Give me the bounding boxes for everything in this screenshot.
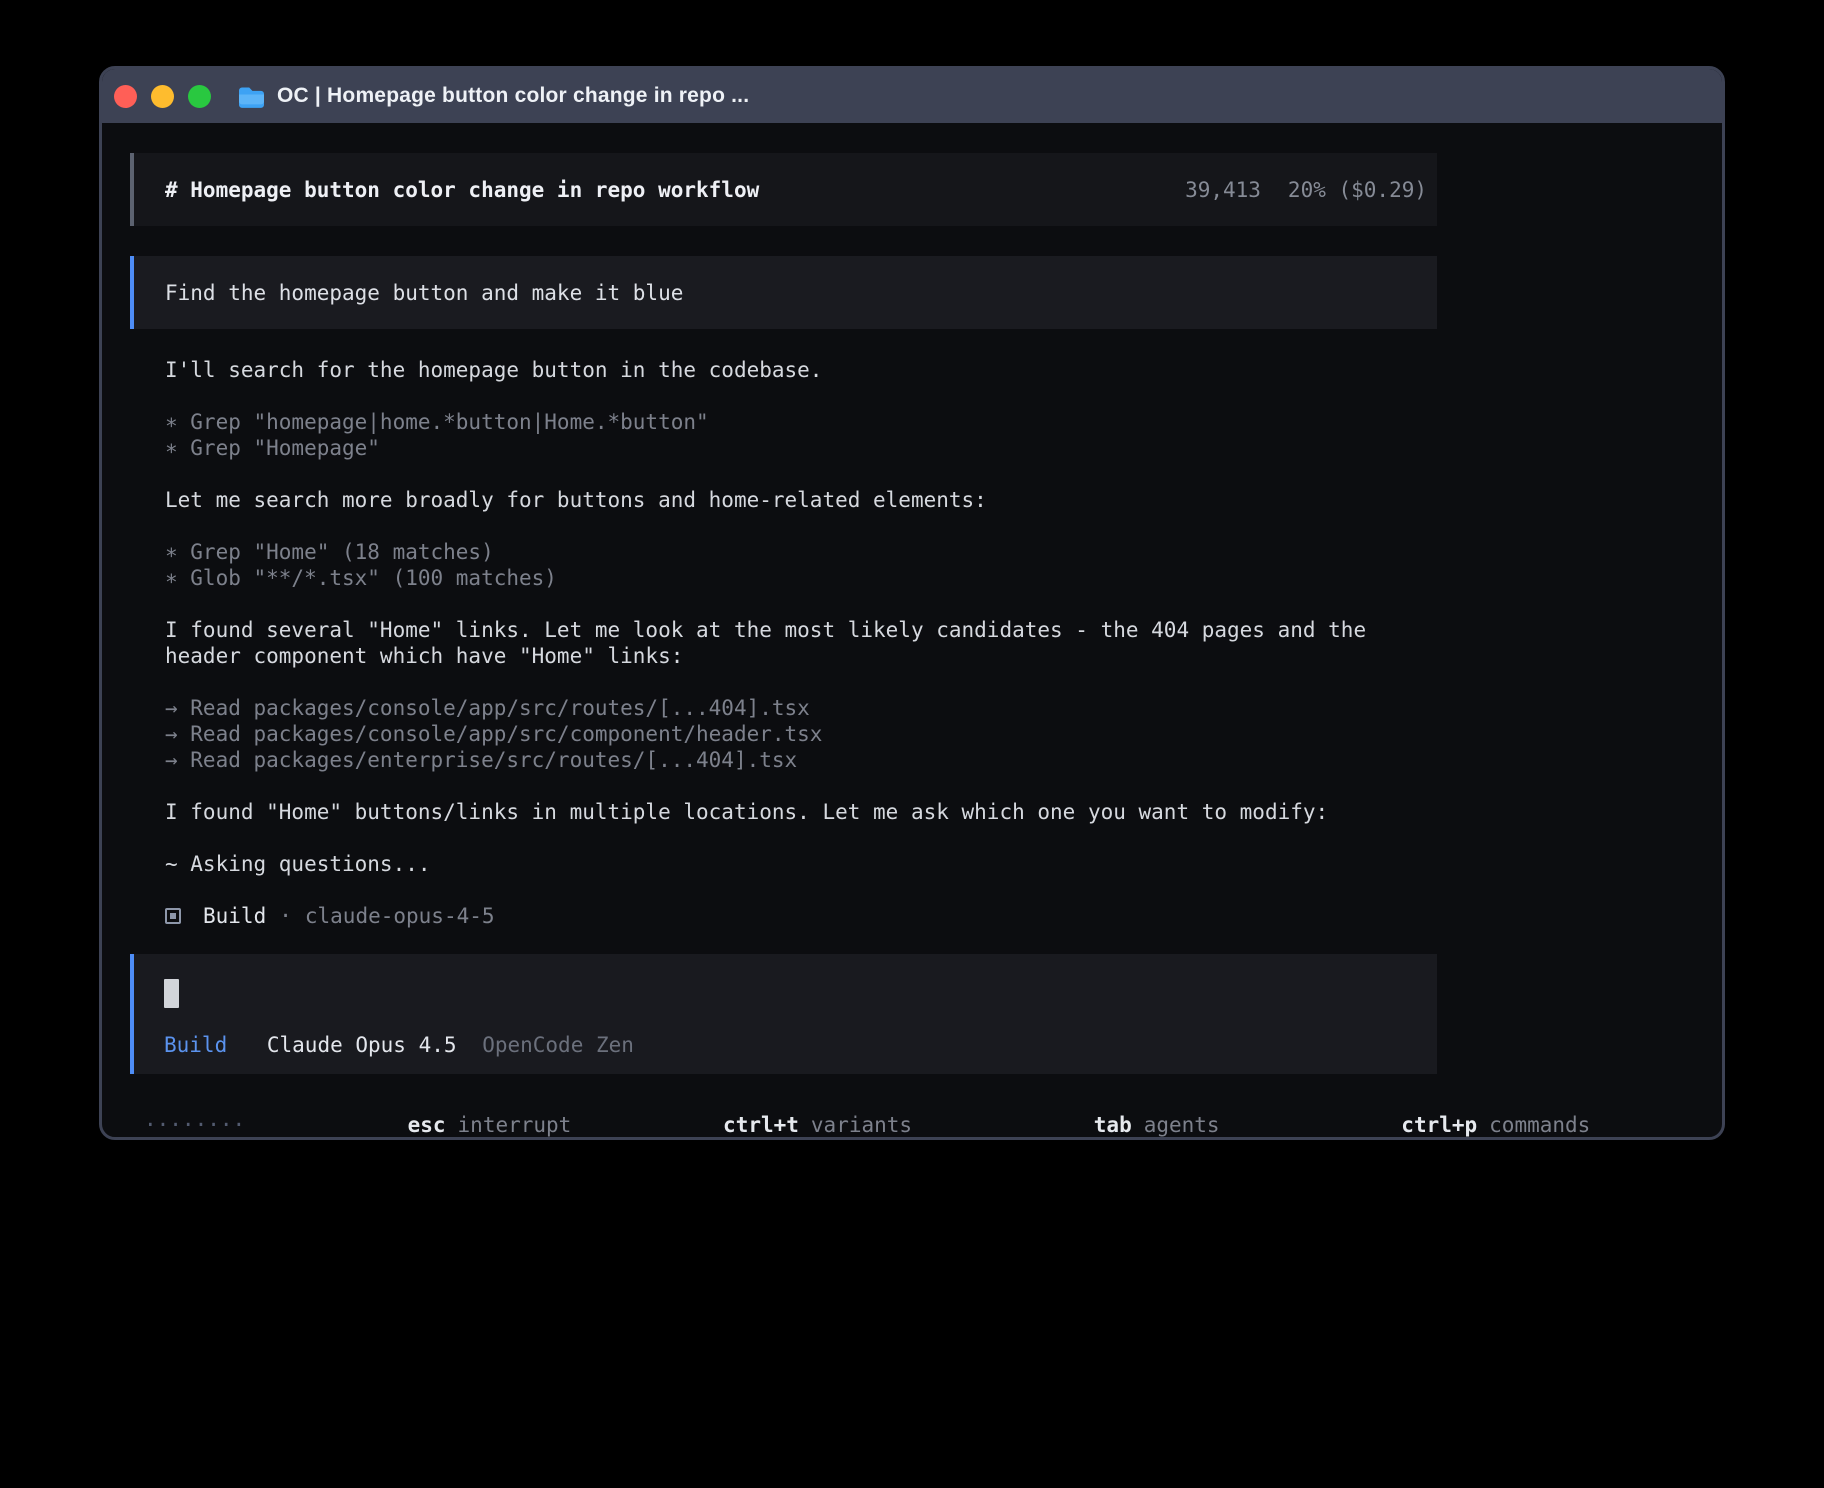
agent-separator: · [279,903,292,929]
transcript-line: Let me search more broadly for buttons a… [165,487,1437,513]
user-message-text: Find the homepage button and make it blu… [165,281,683,305]
transcript-gap [165,669,1437,695]
window-title: OC | Homepage button color change in rep… [237,84,749,108]
transcript-line: ∗ Glob "**/*.tsx" (100 matches) [165,565,1437,591]
transcript-line: I'll search for the homepage button in t… [165,357,1437,383]
transcript-line: → Read packages/console/app/src/routes/[… [165,695,1437,721]
folder-icon [237,85,266,108]
window-titlebar[interactable]: OC | Homepage button color change in rep… [102,69,1722,123]
shortcut-hints: ctrl+t variants tab agents ctrl+p commands [571,1086,1590,1140]
agent-square-icon [165,908,181,924]
hint-interrupt-key: esc [408,1113,446,1137]
model-selector[interactable]: Claude Opus 4.5 [267,1033,457,1057]
transcript-gap [165,773,1437,799]
token-count: 39,413 [1185,178,1261,202]
hint-variants-key: ctrl+t [723,1113,799,1137]
hint-agents-key: tab [1094,1113,1132,1137]
prompt-input[interactable]: Build Claude Opus 4.5 OpenCode Zen [130,954,1437,1074]
transcript: I'll search for the homepage button in t… [165,357,1437,877]
text-cursor [164,979,179,1008]
agent-model: claude-opus-4-5 [305,903,495,929]
hint-variants-label: variants [811,1113,912,1137]
transcript-gap [165,591,1437,617]
hint-commands-label: commands [1489,1113,1590,1137]
traffic-lights [114,85,211,108]
hint-agents-label: agents [1144,1113,1220,1137]
transcript-line: ∗ Grep "Homepage" [165,435,1437,461]
terminal-body: # Homepage button color change in repo w… [102,123,1722,1140]
input-status-bar: Build Claude Opus 4.5 OpenCode Zen [164,1032,1427,1058]
agent-name: Build [203,903,266,929]
transcript-gap [165,825,1437,851]
transcript-line: ∗ Grep "Home" (18 matches) [165,539,1437,565]
minimize-window-button[interactable] [151,85,174,108]
session-header: # Homepage button color change in repo w… [130,153,1437,226]
transcript-line: ∗ Grep "homepage|home.*button|Home.*butt… [165,409,1437,435]
hint-agents: tab agents [942,1086,1220,1140]
close-window-button[interactable] [114,85,137,108]
session-title: # Homepage button color change in repo w… [165,178,759,202]
hint-variants: ctrl+t variants [571,1086,912,1140]
transcript-line: I found several "Home" links. Let me loo… [165,617,1437,669]
hint-interrupt-label: interrupt [458,1113,572,1137]
transcript-line: → Read packages/console/app/src/componen… [165,721,1437,747]
transcript-line: I found "Home" buttons/links in multiple… [165,799,1437,825]
transcript-gap [165,383,1437,409]
transcript-gap [165,513,1437,539]
provider-label: OpenCode Zen [482,1033,634,1057]
hint-commands: ctrl+p commands [1250,1086,1591,1140]
spinner-dots: ········ [144,1112,245,1138]
context-usage-cost: 20% ($0.29) [1288,178,1427,202]
terminal-window: OC | Homepage button color change in rep… [99,66,1725,1140]
user-message: Find the homepage button and make it blu… [130,256,1437,329]
transcript-line: ~ Asking questions... [165,851,1437,877]
session-stats: 39,413 20% ($0.29) [1185,178,1427,202]
hint-interrupt: esc interrupt [281,1086,571,1140]
zoom-window-button[interactable] [188,85,211,108]
transcript-line: → Read packages/enterprise/src/routes/[.… [165,747,1437,773]
status-bar: ········ esc interrupt ctrl+t variants tab… [130,1086,1437,1140]
transcript-gap [165,461,1437,487]
window-title-text: OC | Homepage button color change in rep… [277,84,749,108]
agent-selector[interactable]: Build [164,1033,227,1057]
hint-commands-key: ctrl+p [1401,1113,1477,1137]
agent-status-line: Build · claude-opus-4-5 [165,903,1437,929]
